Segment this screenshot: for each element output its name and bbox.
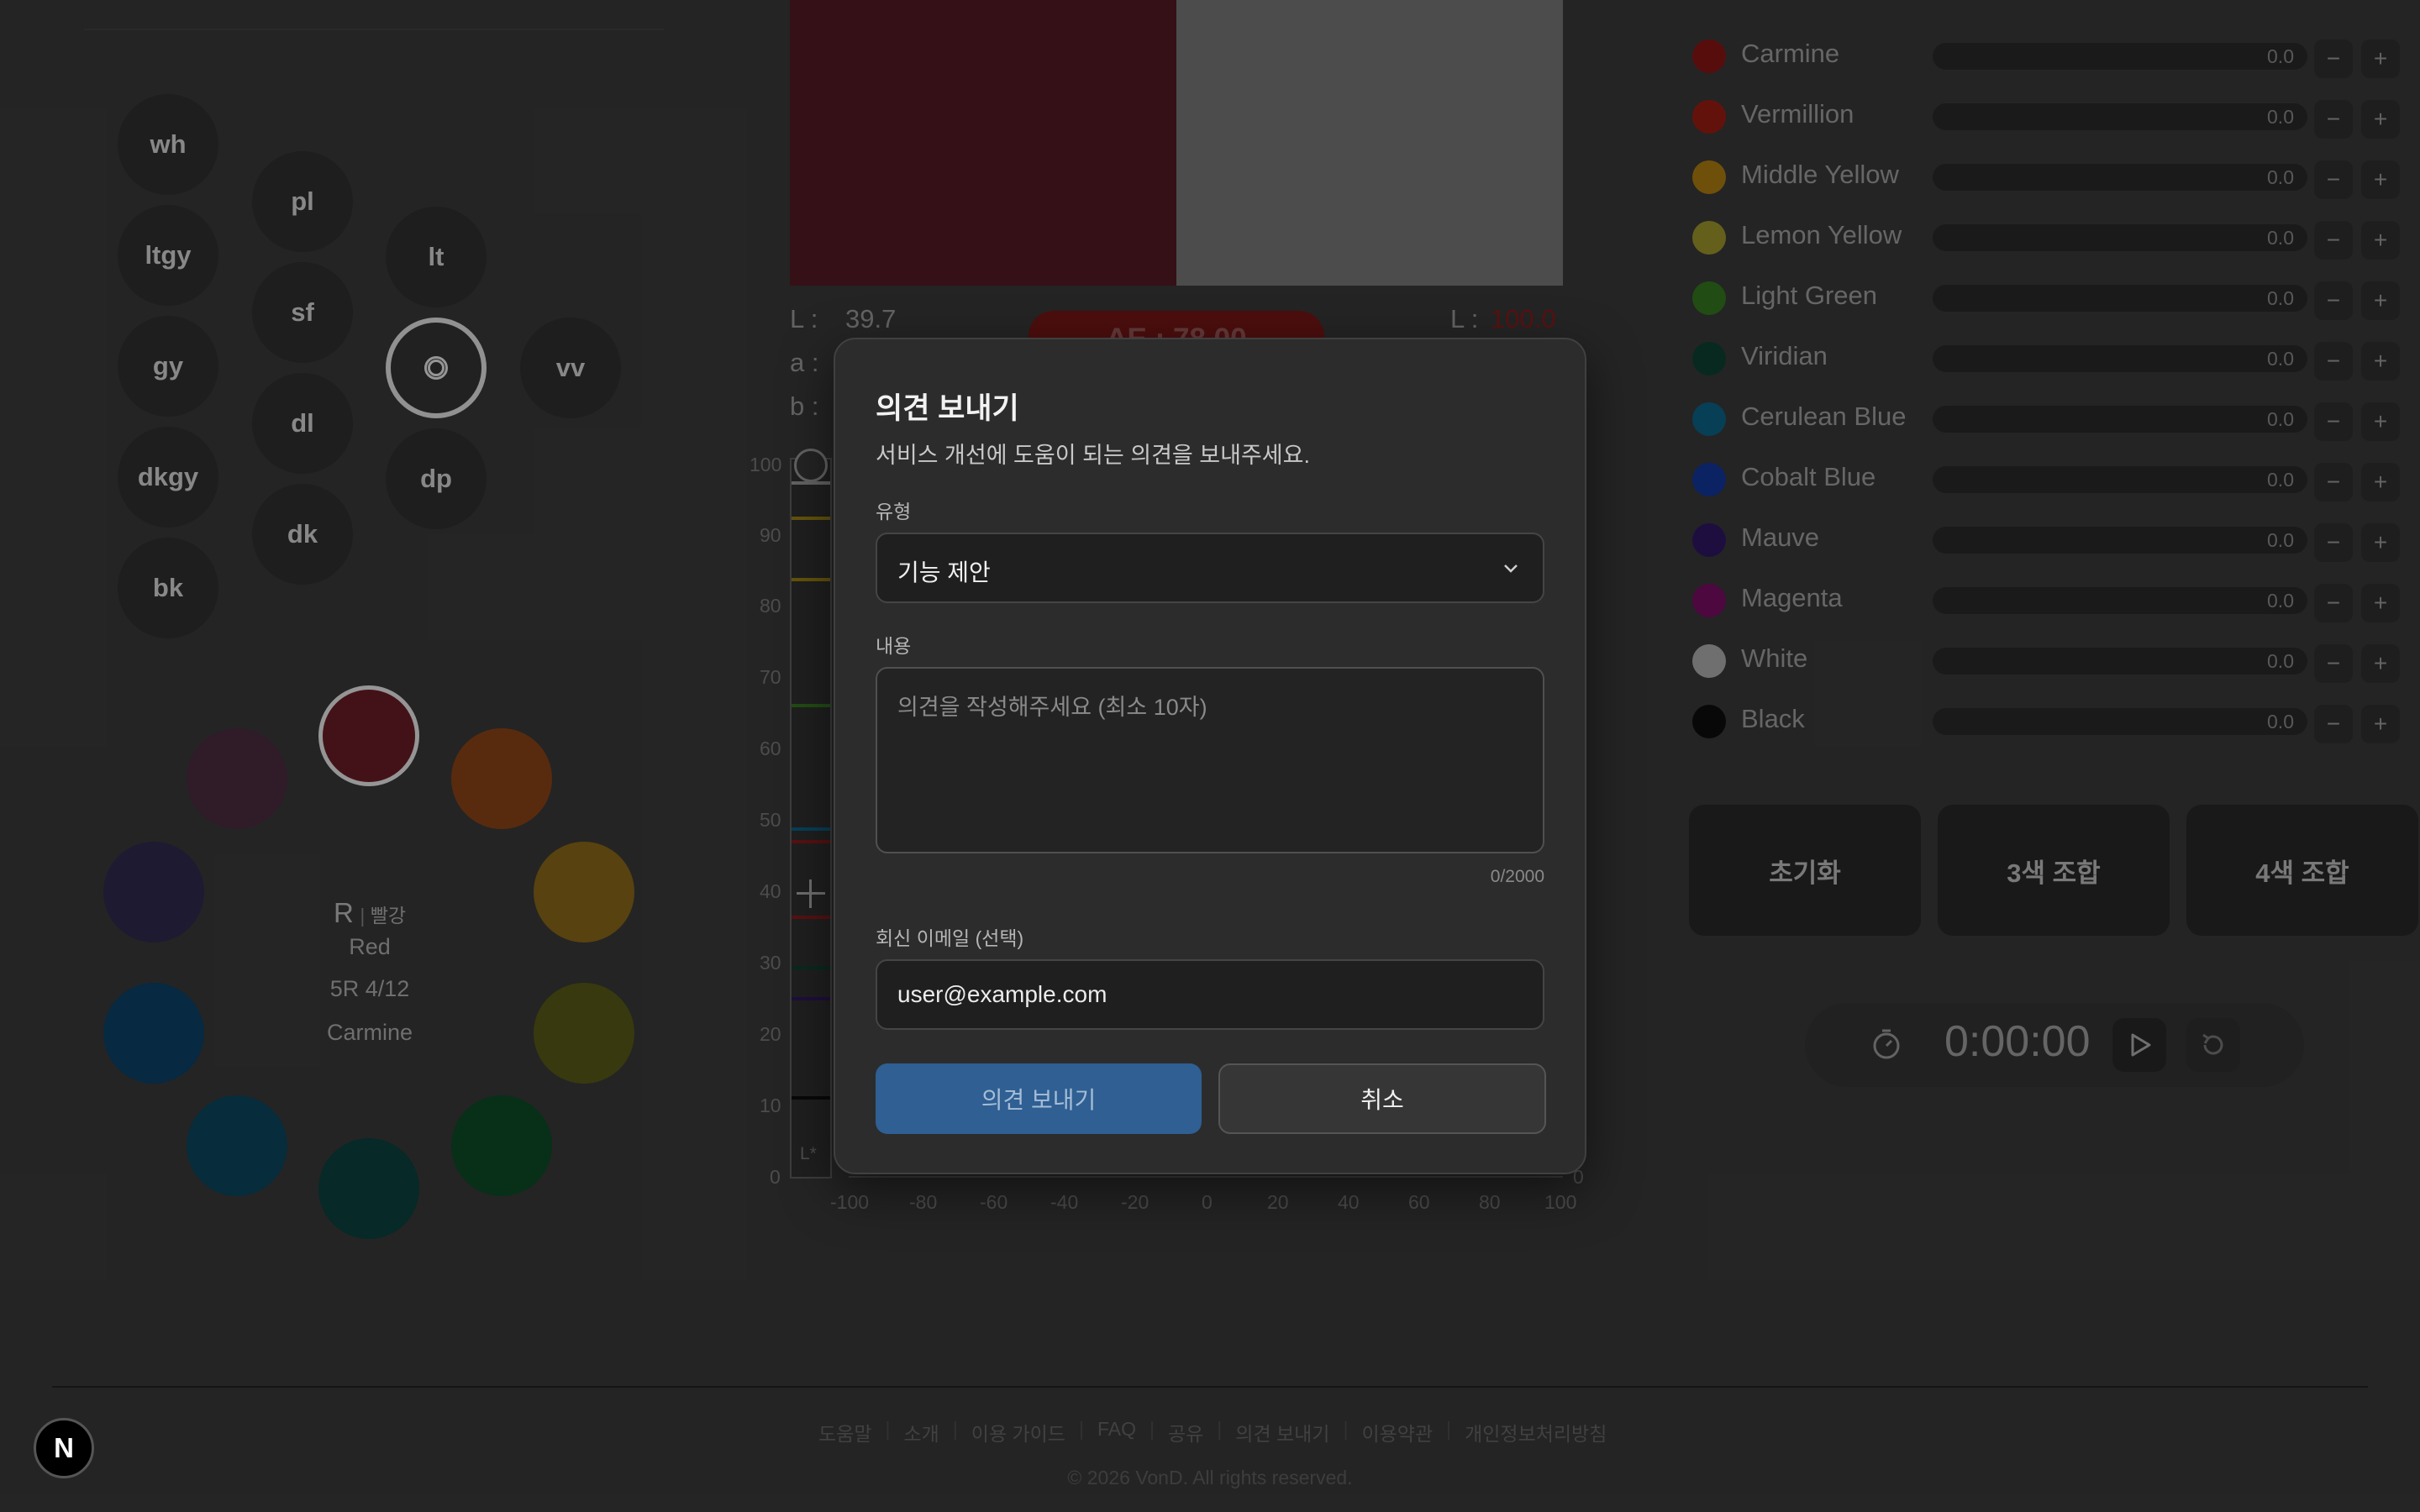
dialog-title: 의견 보내기 xyxy=(876,392,1019,425)
submit-feedback-button[interactable]: 의견 보내기 xyxy=(876,1063,1202,1134)
type-label: 유형 xyxy=(876,501,912,522)
dialog-description: 서비스 개선에 도움이 되는 의견을 보내주세요. xyxy=(876,443,1310,468)
email-input[interactable]: user@example.com xyxy=(876,959,1544,1030)
email-value: user@example.com xyxy=(897,981,1107,1007)
content-placeholder: 의견을 작성해주세요 (최소 10자) xyxy=(897,695,1207,720)
email-label: 회신 이메일 (선택) xyxy=(876,927,1024,949)
type-select[interactable]: 기능 제안 xyxy=(876,533,1544,603)
char-counter: 0/2000 xyxy=(1490,867,1544,886)
content-textarea[interactable]: 의견을 작성해주세요 (최소 10자) xyxy=(876,667,1544,853)
cancel-button[interactable]: 취소 xyxy=(1218,1063,1546,1134)
app-logo-icon[interactable]: N xyxy=(34,1418,94,1478)
type-select-value: 기능 제안 xyxy=(897,559,991,585)
chevron-down-icon xyxy=(1504,564,1518,573)
content-label: 내용 xyxy=(876,635,912,657)
feedback-dialog: 의견 보내기 서비스 개선에 도움이 되는 의견을 보내주세요. 유형 기능 제… xyxy=(834,338,1586,1174)
